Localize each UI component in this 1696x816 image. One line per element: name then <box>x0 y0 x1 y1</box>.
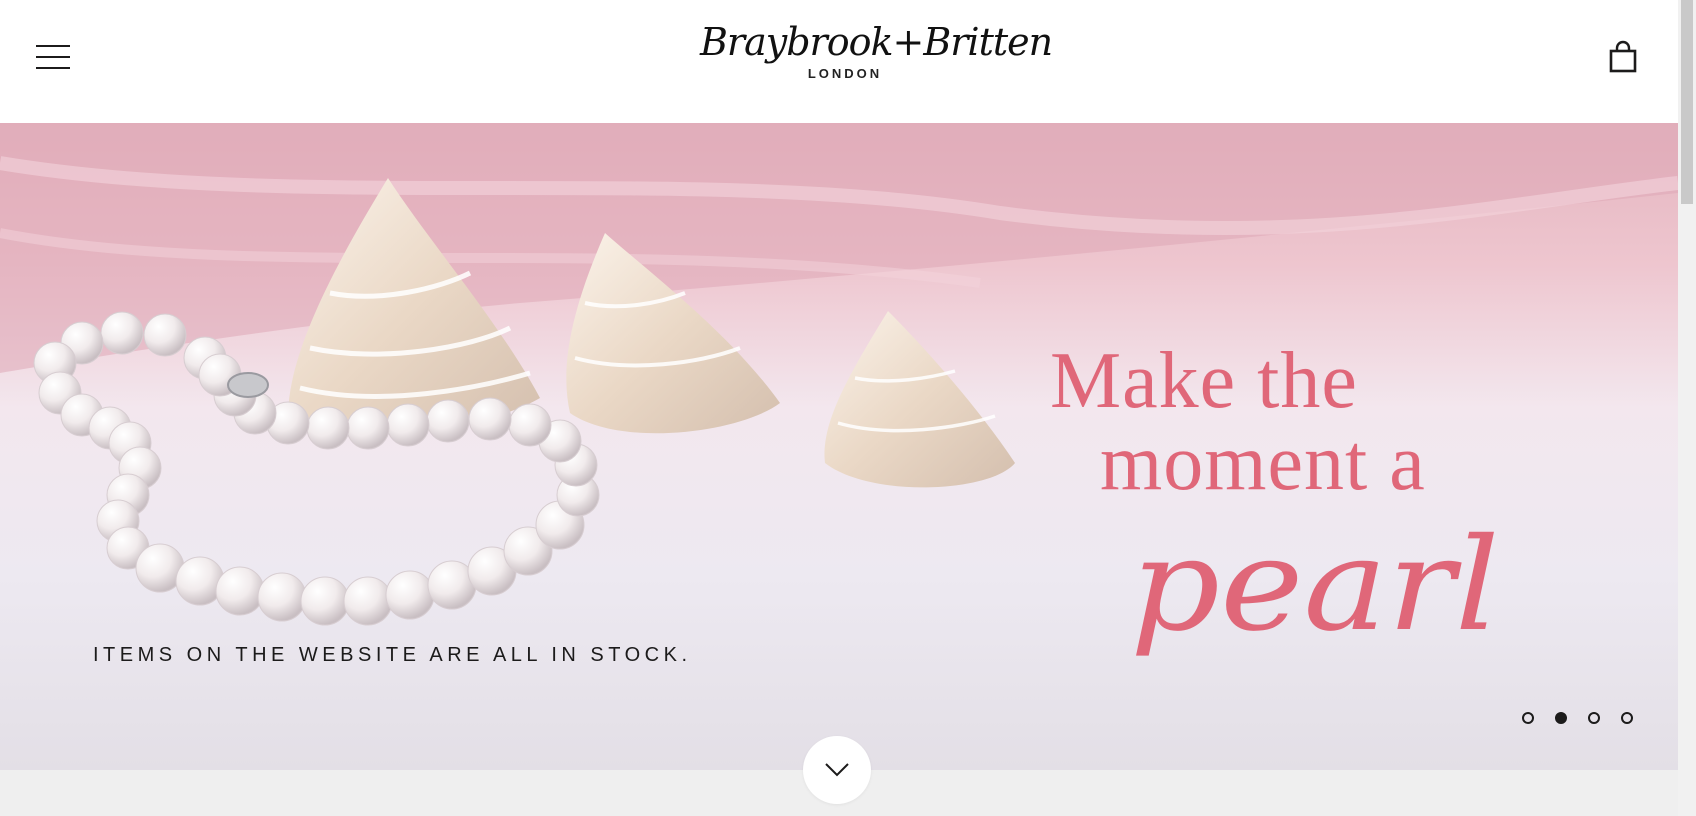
shopping-bag-icon[interactable] <box>1608 40 1638 74</box>
logo-wordmark: Braybrook+Britten <box>700 20 1053 64</box>
pearl <box>346 406 390 450</box>
pearl <box>300 576 350 626</box>
shell-small <box>824 311 1015 488</box>
logo-city: LONDON <box>807 66 883 81</box>
pearl <box>306 406 350 450</box>
hero-slideshow[interactable]: Make the moment a pearl ITEMS ON THE WEB… <box>0 123 1678 770</box>
pearl <box>257 572 307 622</box>
hero-caption: ITEMS ON THE WEBSITE ARE ALL IN STOCK. <box>93 644 692 666</box>
scrollbar-thumb[interactable] <box>1681 0 1693 204</box>
page: Braybrook+Britten LONDON Make the moment… <box>0 0 1678 816</box>
headline-line-2: moment a <box>1100 419 1426 507</box>
pearl <box>143 313 187 357</box>
hero-image <box>0 123 1678 626</box>
headline-line-3: pearl <box>1130 511 1500 660</box>
pearl <box>426 399 470 443</box>
page-scrollbar[interactable] <box>1678 0 1696 816</box>
hamburger-menu-icon[interactable] <box>36 44 72 70</box>
scroll-down-button[interactable] <box>803 736 871 804</box>
pearl <box>468 397 512 441</box>
slide-dot-3[interactable] <box>1588 712 1600 724</box>
pearl <box>100 311 144 355</box>
pearl <box>215 566 265 616</box>
headline-line-1: Make the <box>1050 337 1358 425</box>
site-header: Braybrook+Britten LONDON <box>0 0 1678 123</box>
chevron-down-icon <box>825 763 849 777</box>
pearl <box>343 576 393 626</box>
pearl <box>508 403 552 447</box>
slide-dot-2[interactable] <box>1555 712 1567 724</box>
necklace-clasp <box>227 372 269 398</box>
pearl <box>386 403 430 447</box>
slide-dot-1[interactable] <box>1522 712 1534 724</box>
slide-dot-4[interactable] <box>1621 712 1633 724</box>
brand-logo[interactable]: Braybrook+Britten LONDON <box>700 20 1053 96</box>
pearl <box>385 570 435 620</box>
